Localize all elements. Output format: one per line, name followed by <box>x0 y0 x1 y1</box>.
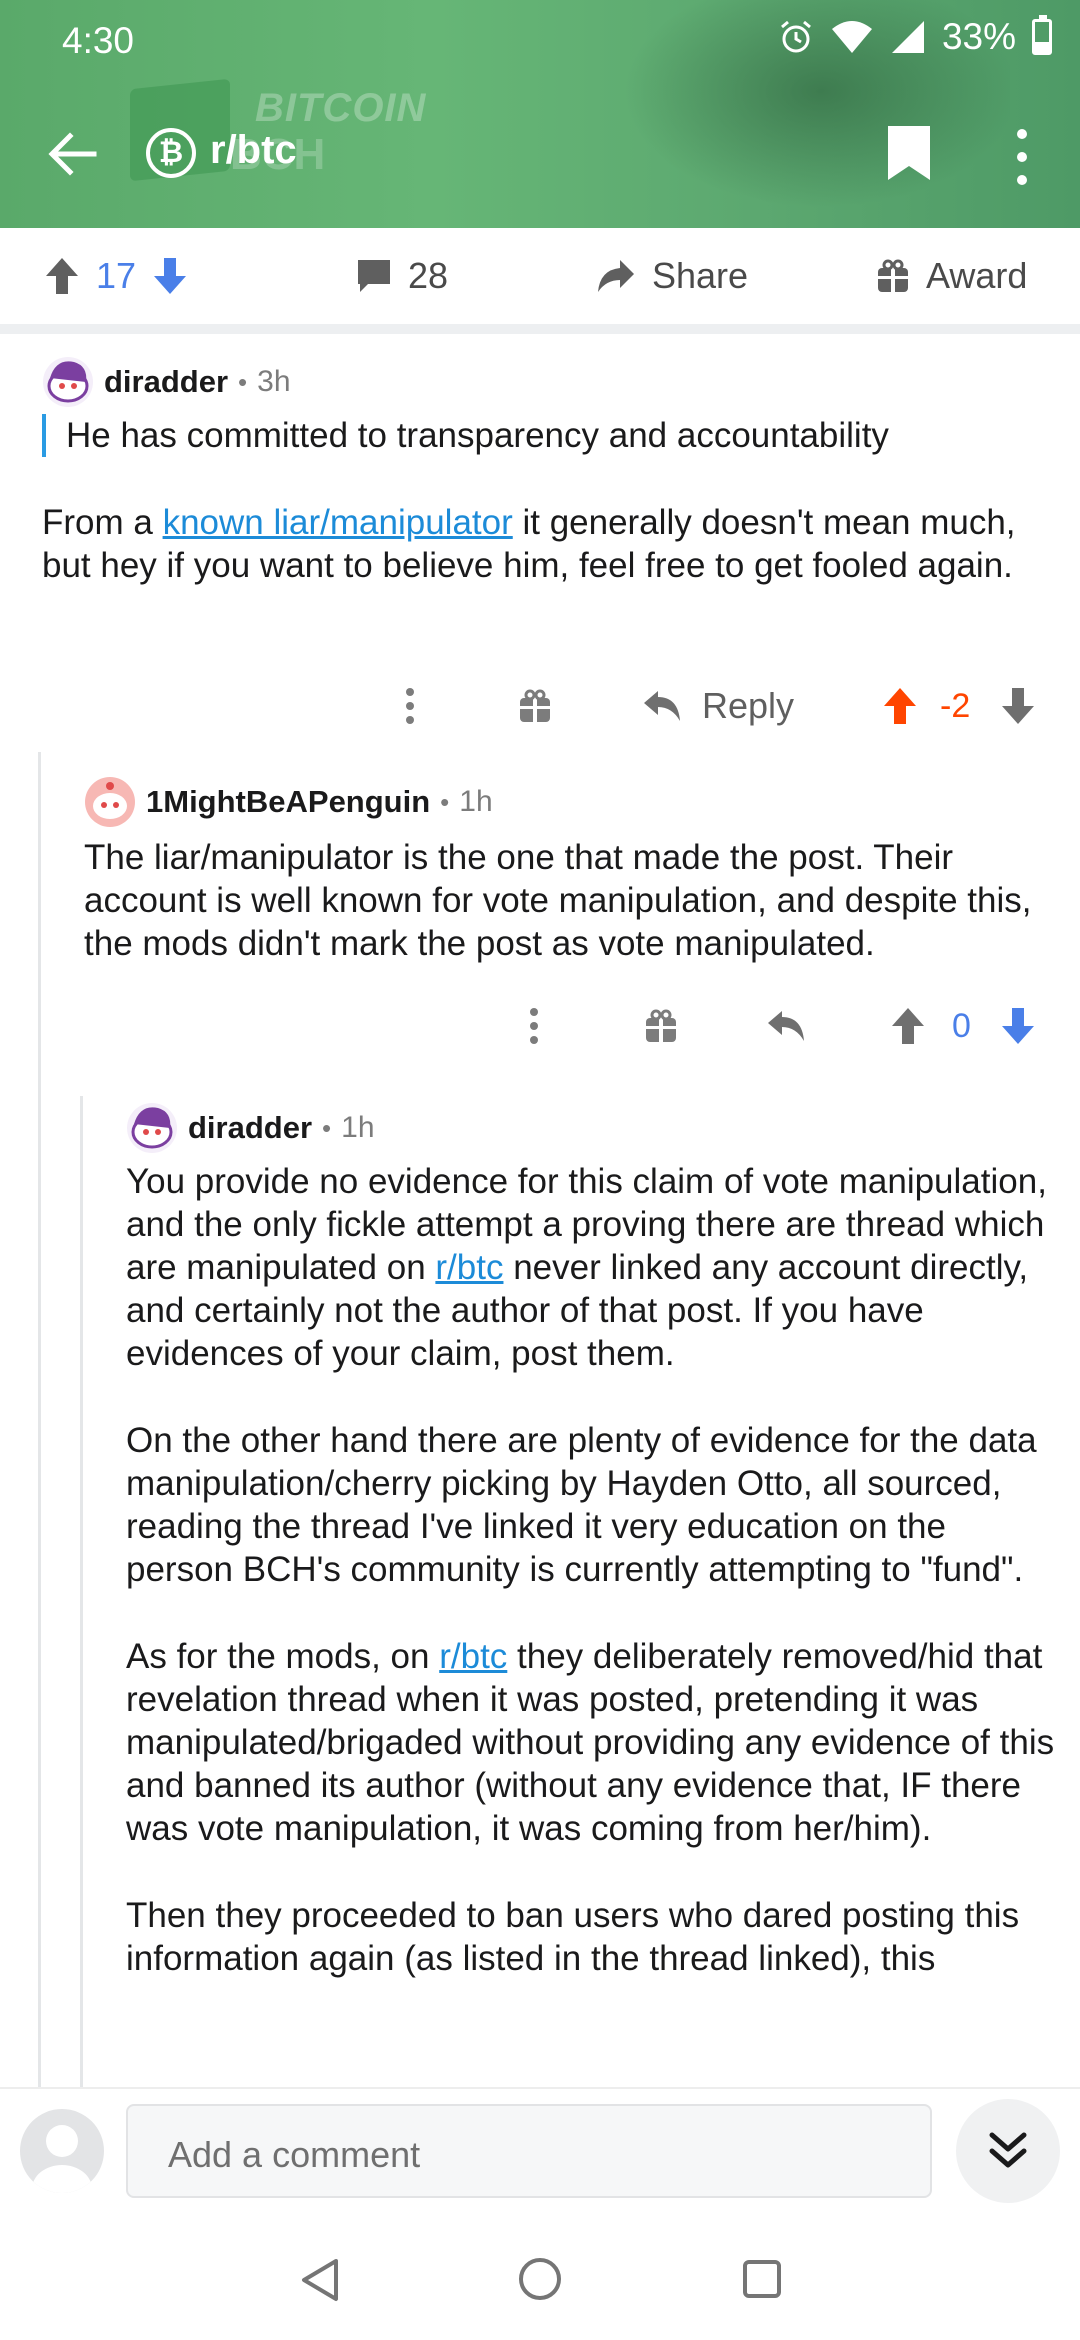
more-vert-icon[interactable] <box>1012 126 1032 188</box>
comment-paragraph: On the other hand there are plenty of ev… <box>126 1421 1037 1589</box>
add-comment-input[interactable]: Add a comment <box>126 2104 932 2198</box>
home-nav-icon[interactable] <box>518 2257 562 2301</box>
avatar[interactable] <box>42 356 94 408</box>
post-score: 17 <box>96 255 137 296</box>
post-vote: 17 <box>44 248 188 304</box>
share-icon <box>598 260 634 292</box>
signal-icon <box>891 21 924 53</box>
user-avatar[interactable] <box>20 2109 104 2193</box>
comment-paragraph: From a known liar/manipulator it general… <box>42 503 1016 585</box>
separator-dot: • <box>238 366 248 397</box>
gift-icon <box>878 259 908 292</box>
recents-nav-icon[interactable] <box>742 2259 782 2299</box>
back-nav-icon[interactable] <box>298 2257 342 2303</box>
comment-paragraph: The liar/manipulator is the one that mad… <box>84 838 1032 963</box>
reply-label: Reply <box>702 685 795 726</box>
comment-age: 3h <box>257 365 291 398</box>
avatar[interactable] <box>126 1102 178 1154</box>
alarm-icon <box>780 20 811 53</box>
reply-icon <box>644 691 680 721</box>
comment-paragraph: You provide no evidence for this claim o… <box>126 1162 1047 1373</box>
comment-age: 1h <box>459 785 493 818</box>
gift-icon[interactable] <box>518 688 552 724</box>
comment-count: 28 <box>408 255 449 296</box>
upvote-icon[interactable] <box>882 686 918 726</box>
reply-button[interactable]: Reply <box>642 685 794 727</box>
comment-icon <box>358 260 390 292</box>
wifi-icon <box>831 21 872 53</box>
downvote-icon[interactable] <box>1000 1006 1036 1046</box>
comment-2-body: The liar/manipulator is the one that mad… <box>84 836 1044 965</box>
reply-icon[interactable] <box>766 1009 806 1043</box>
downvote-icon[interactable] <box>152 256 188 296</box>
comment-1-author-row: diradder • 3h <box>42 356 291 408</box>
subreddit-link[interactable]: r/btc <box>435 1248 503 1287</box>
share-label: Share <box>652 255 749 296</box>
award-label: Award <box>926 255 1028 296</box>
separator-dot: • <box>322 1112 332 1143</box>
comment-3-body: You provide no evidence for this claim o… <box>126 1160 1056 1980</box>
user-icon <box>32 2125 92 2193</box>
battery-percent: 33% <box>941 16 1016 57</box>
comment-age: 1h <box>341 1111 375 1144</box>
thread-line <box>80 1096 83 2087</box>
battery-icon <box>1032 15 1052 55</box>
comment-3-author-row: diradder • 1h <box>126 1102 375 1154</box>
comment-paragraph: As for the mods, on r/btc they deliberat… <box>126 1637 1055 1848</box>
status-icons: 33% <box>778 15 1052 58</box>
comment-score: -2 <box>940 686 971 725</box>
subreddit-header: BITCOIN BCH 4:30 33% ₿ r/btc <box>0 0 1080 228</box>
collapse-button[interactable] <box>956 2099 1060 2203</box>
comment-link[interactable]: known liar/manipulator <box>163 503 513 542</box>
avatar[interactable] <box>84 776 136 828</box>
comment-bar: Add a comment <box>0 2087 1080 2219</box>
comment-1-body: He has committed to transparency and acc… <box>42 414 1042 587</box>
more-vert-icon[interactable] <box>520 1006 548 1046</box>
status-time: 4:30 <box>62 20 135 61</box>
post-action-bar: 17 28 Share Award <box>0 228 1080 334</box>
back-arrow-icon[interactable] <box>44 124 104 184</box>
comment-author[interactable]: diradder <box>104 364 228 400</box>
bookmark-icon[interactable] <box>886 124 932 182</box>
separator-dot: • <box>440 786 450 817</box>
gift-icon[interactable] <box>644 1008 678 1044</box>
comment-1-actions: Reply -2 <box>396 678 1036 734</box>
upvote-icon[interactable] <box>890 1006 926 1046</box>
more-vert-icon[interactable] <box>396 686 424 726</box>
upvote-icon[interactable] <box>44 256 80 296</box>
chevron-double-down-icon <box>989 2132 1027 2168</box>
subreddit-name[interactable]: r/btc <box>210 128 297 173</box>
award-button[interactable]: Award <box>876 248 1027 304</box>
thread-line <box>38 752 41 2087</box>
subreddit-link[interactable]: r/btc <box>439 1637 507 1676</box>
comment-author[interactable]: diradder <box>188 1110 312 1146</box>
banner-watermark: BITCOIN <box>255 86 427 130</box>
comment-paragraph: Then they proceeded to ban users who dar… <box>126 1896 1020 1978</box>
downvote-icon[interactable] <box>1000 686 1036 726</box>
comment-quote: He has committed to transparency and acc… <box>42 414 1042 457</box>
comment-2-actions: 0 <box>520 998 1040 1054</box>
comment-score: 0 <box>952 1006 971 1045</box>
bitcoin-icon: ₿ <box>146 128 196 178</box>
comment-2-author-row: 1MightBeAPenguin • 1h <box>84 776 493 828</box>
share-button[interactable]: Share <box>596 248 748 304</box>
comment-author[interactable]: 1MightBeAPenguin <box>146 784 430 820</box>
system-nav-bar <box>0 2217 1080 2340</box>
post-comments-button[interactable]: 28 <box>356 248 448 304</box>
